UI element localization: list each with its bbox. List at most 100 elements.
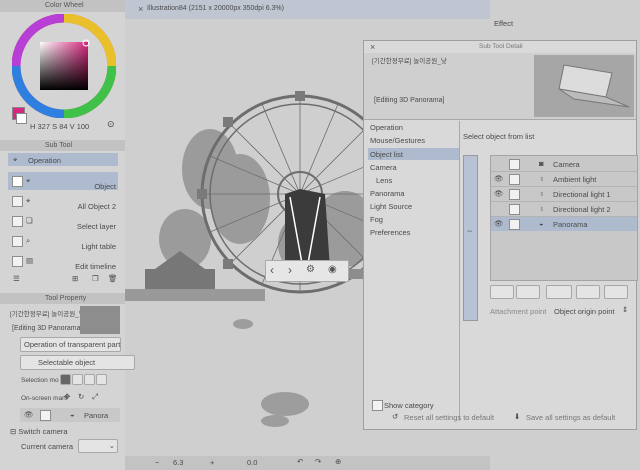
selection-mode-label: Selection mo xyxy=(21,377,59,384)
sub-color-swatch[interactable] xyxy=(16,113,27,124)
object-row-panorama[interactable]: 👁 ◒ Panorama xyxy=(491,217,637,231)
checkbox-icon[interactable] xyxy=(12,216,23,227)
object-row-camera[interactable]: ◙ Camera xyxy=(491,157,637,172)
panorama-icon: ◒ xyxy=(539,219,544,228)
dialog-close-icon[interactable]: × xyxy=(370,42,375,52)
collapse-icon[interactable]: ⊟ xyxy=(10,427,16,436)
save-all-button[interactable]: Save all settings as default xyxy=(526,413,615,422)
canvas-tab-title[interactable]: Illustration84 (2151 x 20000px 350dpi 6.… xyxy=(147,5,284,12)
zoom-value[interactable]: 6.3 xyxy=(173,458,183,467)
zoom-out-icon[interactable]: − xyxy=(155,458,159,467)
rotation-value[interactable]: 0.0 xyxy=(247,458,257,467)
copy-subtool-icon[interactable]: ❐ xyxy=(92,274,99,283)
subtool-group-operation[interactable]: ⌖ Operation xyxy=(8,153,118,166)
current-camera-select[interactable]: ⌄ xyxy=(78,439,118,453)
reset-icon[interactable]: ↺ xyxy=(392,412,398,421)
tool-property-title: Tool Property xyxy=(45,295,87,302)
category-item-mouse-gestures[interactable]: Mouse/Gestures xyxy=(370,136,425,145)
eye-icon[interactable]: 👁 xyxy=(494,189,504,198)
category-item-light-source[interactable]: Light Source xyxy=(370,202,412,211)
object-row-ambient-light[interactable]: 👁 ♁ Ambient light xyxy=(491,172,637,187)
brightness-value[interactable]: 100 xyxy=(77,122,90,131)
hue-value[interactable]: 327 xyxy=(38,122,51,131)
panorama-row[interactable]: 👁 ◒ Panora xyxy=(20,408,120,422)
category-item-preferences[interactable]: Preferences xyxy=(370,228,410,237)
category-item-fog[interactable]: Fog xyxy=(370,215,383,224)
scale-icon[interactable]: ⤢ xyxy=(92,392,98,402)
slider-handle-icon: ⇔ xyxy=(466,226,474,235)
category-item-lens[interactable]: Lens xyxy=(376,176,392,185)
object-arrow-icon: ⌖ xyxy=(26,176,31,185)
show-category-label: Show category xyxy=(384,401,434,410)
lock-checkbox[interactable] xyxy=(509,204,520,215)
subtool-item-light-table[interactable]: ⌕ Light table xyxy=(8,232,118,251)
category-item-object-list[interactable]: Object list xyxy=(370,150,403,159)
subtool-item-select-layer[interactable]: ❏ Select layer xyxy=(8,212,118,231)
wrench-icon[interactable]: ⚙ xyxy=(306,264,315,275)
eye-icon[interactable]: 👁 xyxy=(24,410,34,419)
rotate-left-icon[interactable]: ↶ xyxy=(297,457,303,466)
lock-checkbox[interactable] xyxy=(509,174,520,185)
panorama-row-label: Panora xyxy=(84,411,109,420)
duplicate-object-button[interactable] xyxy=(516,285,540,299)
eye-icon[interactable]: 👁 xyxy=(494,174,504,183)
mode-new-icon[interactable] xyxy=(60,374,71,385)
checkbox-icon[interactable] xyxy=(12,176,23,187)
object-list-title: Select object from list xyxy=(463,132,535,141)
zoom-in-icon[interactable]: + xyxy=(210,458,214,467)
origin-spinner-icon[interactable]: ⇕ xyxy=(622,305,628,314)
save-icon[interactable]: ⬇ xyxy=(514,412,520,421)
object-row-directional-light-2[interactable]: ♁ Directional light 2 xyxy=(491,202,637,217)
switch-camera-text: Switch camera xyxy=(18,427,68,436)
object-extra-button[interactable] xyxy=(604,285,628,299)
show-category-checkbox[interactable] xyxy=(372,400,383,411)
category-item-panorama[interactable]: Panorama xyxy=(370,189,405,198)
new-subtool-icon[interactable]: ⊞ xyxy=(72,274,78,283)
flip-icon[interactable]: ⊕ xyxy=(335,457,341,466)
close-tab-icon[interactable]: × xyxy=(138,4,143,14)
delete-subtool-icon[interactable]: 🗑 xyxy=(108,274,118,283)
checkbox-icon[interactable] xyxy=(12,256,23,267)
selectable-object-select[interactable]: Selectable object xyxy=(20,355,135,370)
subtool-item-edit-timeline[interactable]: ▤ Edit timeline xyxy=(8,252,118,271)
chevron-right-icon[interactable]: › xyxy=(288,263,292,277)
show-category-option[interactable]: Show category xyxy=(372,399,462,411)
subtool-settings-icon[interactable]: ☰ xyxy=(13,274,20,283)
move-icon[interactable]: ✥ xyxy=(64,392,70,401)
list-side-slider[interactable]: ⇔ xyxy=(463,155,478,321)
transparent-part-select[interactable]: Operation of transparent part xyxy=(20,337,121,352)
mode-add-icon[interactable] xyxy=(72,374,83,385)
lock-checkbox[interactable] xyxy=(509,219,520,230)
bulb-icon: ♁ xyxy=(539,189,545,198)
mode-intersect-icon[interactable] xyxy=(96,374,107,385)
lock-checkbox[interactable] xyxy=(509,159,520,170)
subtool-item-all-object[interactable]: ⌖ All Object 2 xyxy=(8,192,118,211)
subtool-item-label: Light table xyxy=(81,242,116,251)
delete-object-button[interactable] xyxy=(546,285,572,299)
chevron-left-icon[interactable]: ‹ xyxy=(270,263,274,277)
color-wheel[interactable] xyxy=(12,14,116,118)
checkbox-icon[interactable] xyxy=(12,236,23,247)
dialog-layer-name: [기간한정무료] 놀이공원_낮 xyxy=(372,58,447,65)
rotate-right-icon[interactable]: ↷ xyxy=(315,457,321,466)
object-row-directional-light-1[interactable]: 👁 ♁ Directional light 1 xyxy=(491,187,637,202)
lock-checkbox[interactable] xyxy=(40,410,51,421)
category-item-camera[interactable]: Camera xyxy=(370,163,397,172)
object-option-button[interactable] xyxy=(576,285,600,299)
reset-all-button[interactable]: Reset all settings to default xyxy=(404,413,494,422)
color-mode-icon[interactable]: ⊙ xyxy=(107,119,115,130)
new-object-button[interactable] xyxy=(490,285,514,299)
object-list-box[interactable]: ◙ Camera 👁 ♁ Ambient light 👁 ♁ Direction… xyxy=(490,155,638,281)
subtool-group-label: Operation xyxy=(28,156,61,165)
eye-icon[interactable]: 👁 xyxy=(494,219,504,228)
object-origin-point-label: Object origin point xyxy=(554,307,615,316)
rotate-icon[interactable]: ↻ xyxy=(78,392,84,401)
subtool-footer: ☰ ⊞ ❐ 🗑 xyxy=(8,272,118,288)
camera-icon[interactable]: ◉ xyxy=(328,264,337,275)
mode-subtract-icon[interactable] xyxy=(84,374,95,385)
subtool-item-object[interactable]: ⌖ Object xyxy=(8,172,118,191)
saturation-value[interactable]: 84 xyxy=(59,122,67,131)
checkbox-icon[interactable] xyxy=(12,196,23,207)
lock-checkbox[interactable] xyxy=(509,189,520,200)
category-item-operation[interactable]: Operation xyxy=(370,123,403,132)
